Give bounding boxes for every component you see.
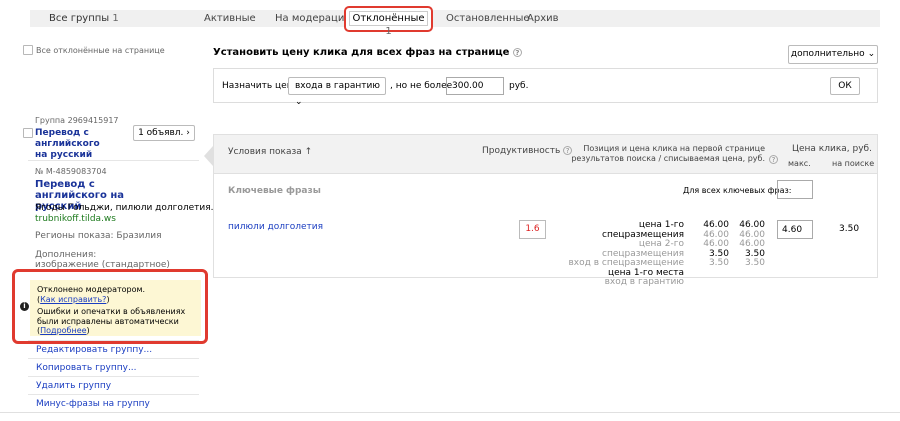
ok-button[interactable]: ОК	[830, 77, 860, 95]
help-icon[interactable]: ?	[512, 47, 522, 57]
table-header: Условия показа ↑ Продуктивность ? Позици…	[213, 134, 878, 174]
tab-stopped[interactable]: Остановленные	[446, 13, 530, 24]
moderation-warning: i Отклонено модератором. (Как исправить?…	[20, 280, 201, 336]
position-label: вход в гарантию	[604, 277, 684, 287]
chevron-down-icon: ⌄	[867, 49, 876, 59]
position-label: цена 2-го спецразмещения	[602, 239, 684, 259]
max-label: , но не более	[390, 81, 453, 91]
position-label: цена 1-го спецразмещения	[602, 220, 684, 240]
position-labels: цена 1-го спецразмещения цена 2-го спецр…	[560, 220, 684, 288]
help-icon[interactable]: ?	[769, 155, 778, 164]
price-mode-select[interactable]: входа в гарантию ⌄	[288, 77, 386, 107]
rejected-text: Отклонено модератором.	[37, 285, 146, 294]
tab-all-groups[interactable]: Все группы 1	[49, 13, 119, 24]
tab-active[interactable]: Активные	[204, 13, 256, 24]
groups-tab-bar: Все группы 1 Активные На модерации Остан…	[30, 10, 880, 27]
col-conditions[interactable]: Условия показа ↑	[228, 147, 312, 157]
fix-link-wrap: (Как исправить?)	[37, 295, 110, 304]
tab-archive[interactable]: Архив	[527, 13, 559, 24]
group-id: Группа 2969415917	[35, 116, 119, 125]
page-divider	[0, 412, 900, 413]
group-name-link[interactable]: Перевод с английского на русский	[35, 128, 115, 161]
all-keywords-price-input[interactable]	[777, 180, 813, 199]
tab-rejected-label: Отклонённые	[352, 13, 425, 24]
copy-group-link[interactable]: Копировать группу...	[28, 358, 199, 377]
ad-text: Ягоды Гольджи, пилюли долголетия.	[35, 203, 214, 213]
search-price: 3.50	[839, 224, 860, 234]
max-price-input[interactable]: 300.00	[446, 77, 504, 95]
sort-arrow-icon: ↑	[304, 147, 313, 157]
select-all-label: Все отклонённые на странице	[36, 46, 165, 55]
tab-rejected[interactable]: Отклонённые 1	[344, 6, 433, 37]
section-keywords: Ключевые фразы	[228, 186, 321, 196]
phrase-link[interactable]: пилюли долголетия	[228, 222, 323, 232]
productivity-badge: 1.6	[519, 220, 546, 239]
group-checkbox[interactable]	[23, 128, 33, 138]
more-link[interactable]: Подробнее	[40, 326, 86, 335]
ad-domain: trubnikoff.tilda.ws	[35, 214, 116, 224]
tab-moderation[interactable]: На модерации	[275, 13, 351, 24]
ad-extras-label: Дополнения:	[35, 250, 97, 260]
all-keywords-label: Для всех ключевых фраз:	[683, 186, 792, 195]
col-max: макс.	[788, 159, 811, 168]
tab-all-count: 1	[112, 13, 119, 24]
auto-fix-text: Ошибки и опечатки в объявлениях были исп…	[37, 307, 186, 326]
tab-all-label: Все группы	[49, 13, 110, 24]
position-prices-b: 46.00 46.00 46.00 3.50 3.50	[731, 220, 765, 269]
edit-group-link[interactable]: Редактировать группу...	[28, 340, 199, 359]
ad-id: № М-4859083704	[35, 167, 107, 176]
col-productivity: Продуктивность ?	[482, 146, 573, 156]
minus-phrases-link[interactable]: Минус-фразы на группу	[28, 394, 199, 413]
divider	[28, 160, 199, 161]
fix-link[interactable]: Как исправить?	[40, 295, 106, 304]
assign-label: Назначить цену	[222, 81, 298, 91]
ad-regions: Регионы показа: Бразилия	[35, 231, 162, 241]
extra-button[interactable]: дополнительно ⌄	[788, 45, 878, 64]
col-position: Позиция и цена клика на первой странице …	[571, 144, 765, 163]
chevron-right-icon: ›	[186, 128, 190, 138]
price-block-panel: Назначить цену входа в гарантию ⌄ , но н…	[213, 68, 878, 107]
position-price: 3.50	[708, 258, 729, 268]
col-on-search: на поиске	[832, 159, 875, 168]
position-price: 3.50	[744, 258, 765, 268]
pointer-arrow	[204, 146, 213, 166]
ads-count-button[interactable]: 1 объявл. ›	[133, 125, 195, 141]
delete-group-link[interactable]: Удалить группу	[28, 376, 199, 395]
currency-label: руб.	[509, 81, 529, 91]
position-prices-a: 46.00 46.00 46.00 3.50 3.50	[695, 220, 729, 269]
price-block-title: Установить цену клика для всех фраз на с…	[213, 47, 522, 58]
col-price: Цена клика, руб.	[792, 144, 872, 154]
info-icon: i	[20, 302, 29, 311]
moderation-warning-highlight: i Отклонено модератором. (Как исправить?…	[12, 269, 208, 344]
more-link-wrap: (Подробнее)	[37, 326, 90, 335]
tab-rejected-count: 1	[385, 26, 392, 37]
chevron-down-icon: ⌄	[295, 97, 303, 107]
select-all-checkbox[interactable]	[23, 45, 33, 55]
max-price-input-row[interactable]: 4.60	[777, 220, 813, 239]
